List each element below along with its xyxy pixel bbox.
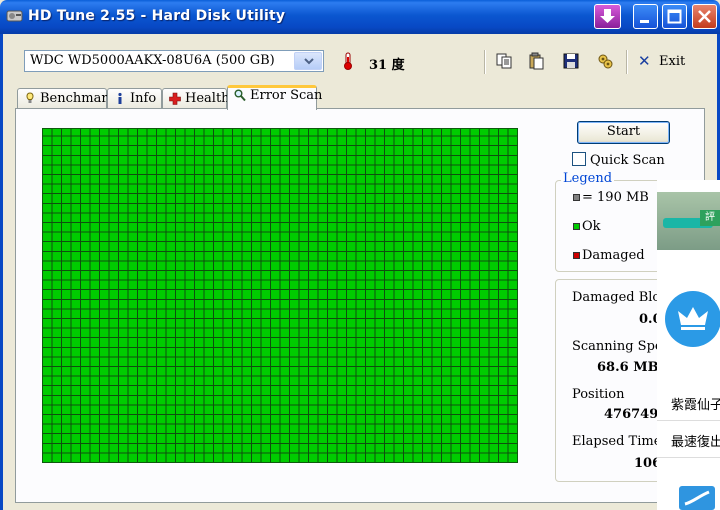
chevron-down-icon[interactable]: [294, 52, 322, 70]
legend-size-label: = 190 MB: [582, 190, 649, 205]
close-button[interactable]: [692, 4, 717, 29]
tab-label: Benchmark: [40, 91, 116, 106]
overlay-divider: [657, 457, 720, 458]
benchmark-icon: [26, 92, 34, 103]
position-label: Position: [572, 387, 625, 402]
thermometer-icon: [344, 52, 352, 70]
overlay-thumbnail-tag: 評: [700, 210, 720, 226]
crown-icon[interactable]: [665, 291, 720, 347]
temperature-readout: 31 度: [369, 58, 405, 73]
options-icon[interactable]: [596, 52, 614, 70]
app-icon: [6, 10, 23, 22]
legend-swatch-damaged: [573, 252, 580, 259]
toolbar-separator: [626, 50, 628, 74]
legend-swatch-size: [573, 194, 580, 201]
paste-icon[interactable]: [527, 52, 545, 70]
quick-scan-checkbox[interactable]: [572, 152, 586, 166]
scanning-speed-value: 68.6 MB/: [597, 360, 664, 375]
quick-scan-label: Quick Scan: [590, 153, 665, 168]
info-icon: [118, 92, 122, 104]
exit-label: Exit: [659, 54, 686, 69]
copy-icon[interactable]: [495, 52, 513, 70]
elapsed-time-label: Elapsed Time: [572, 434, 662, 449]
tab-error-scan[interactable]: Error Scan: [227, 85, 322, 110]
title-bar: HD Tune 2.55 - Hard Disk Utility: [0, 0, 720, 34]
overlay-text-2[interactable]: 最速復出: [671, 431, 720, 450]
save-icon[interactable]: [562, 52, 580, 70]
download-icon[interactable]: [594, 4, 621, 29]
legend-damaged-label: Damaged: [582, 248, 645, 263]
window-title: HD Tune 2.55 - Hard Disk Utility: [28, 8, 286, 24]
tab-health[interactable]: Health: [162, 88, 230, 109]
start-button[interactable]: Start: [577, 121, 670, 144]
scan-block-grid: [42, 128, 518, 463]
legend-ok-label: Ok: [582, 219, 601, 234]
drive-select[interactable]: WDC WD5000AAKX-08U6A (500 GB): [24, 50, 324, 72]
tab-label: Health: [185, 91, 230, 106]
close-icon: ✕: [638, 52, 651, 70]
overlay-thumbnail[interactable]: 評: [657, 192, 720, 250]
tab-label: Error Scan: [250, 88, 323, 103]
toolbar-separator: [484, 50, 486, 74]
legend-title: Legend: [561, 171, 615, 186]
minimize-button[interactable]: [633, 4, 658, 29]
health-cross-icon: [169, 92, 181, 105]
overlay-divider: [657, 420, 720, 421]
maximize-button[interactable]: [662, 4, 687, 29]
tab-label: Info: [130, 91, 157, 106]
tab-info[interactable]: Info: [107, 88, 162, 109]
tab-benchmark[interactable]: Benchmark: [17, 88, 115, 109]
drive-select-value: WDC WD5000AAKX-08U6A (500 GB): [30, 53, 275, 68]
overlay-text-1[interactable]: 紫霞仙子: [671, 394, 720, 413]
overlay-logo-icon[interactable]: [679, 486, 715, 510]
side-overlay-widget[interactable]: 評 紫霞仙子 最速復出: [657, 180, 720, 510]
legend-swatch-ok: [573, 223, 580, 230]
magnifier-icon: [234, 89, 246, 102]
